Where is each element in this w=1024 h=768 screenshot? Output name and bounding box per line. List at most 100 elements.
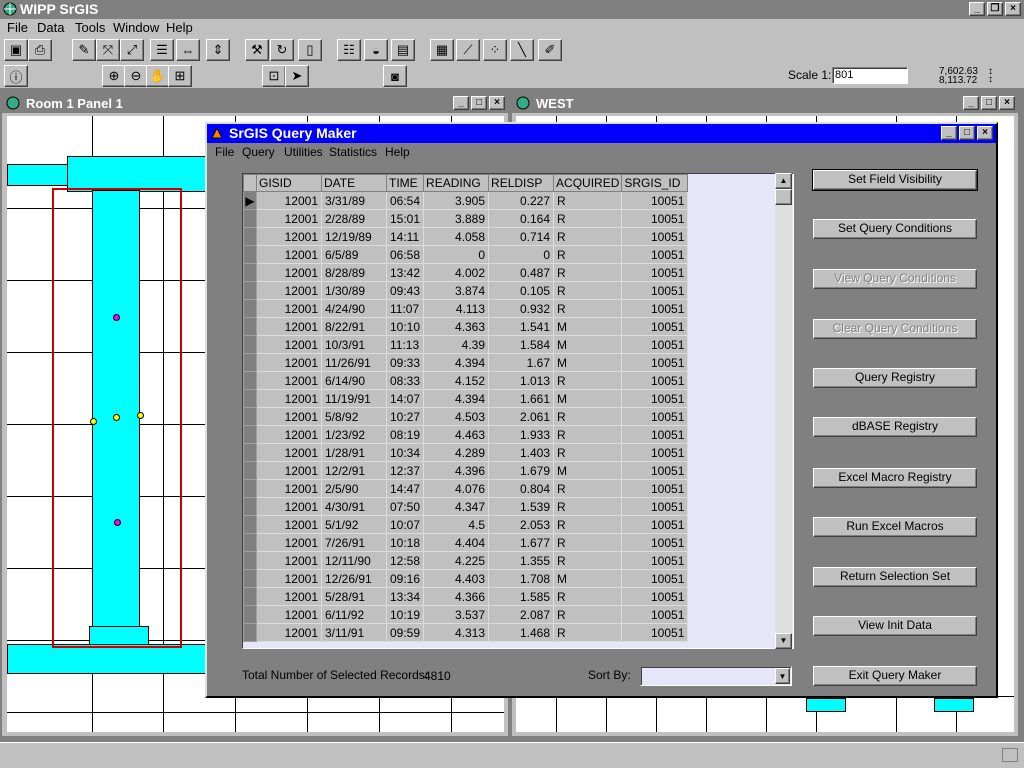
row-selector[interactable] <box>243 371 257 390</box>
table-row[interactable]: 12001 2/5/90 14:47 4.076 0.804 R 10051 <box>243 479 689 498</box>
zoom-in-icon[interactable]: ⊕ <box>102 65 126 87</box>
row-selector[interactable] <box>243 497 257 516</box>
table-row[interactable]: 12001 4/24/90 11:07 4.113 0.932 R 10051 <box>243 299 689 318</box>
grid-scrollbar[interactable]: ▲ ▼ <box>775 173 792 649</box>
table-row[interactable]: ▶ 12001 3/31/89 06:54 3.905 0.227 R 10051 <box>243 191 689 210</box>
pan-horizontal-icon[interactable]: ⇔ <box>176 39 200 61</box>
restore-button[interactable]: ❐ <box>987 2 1003 16</box>
row-selector[interactable] <box>243 245 257 264</box>
row-selector[interactable] <box>243 407 257 426</box>
open-icon[interactable]: ▣ <box>4 39 28 61</box>
query-registry-button[interactable]: Query Registry <box>813 368 977 388</box>
table-row[interactable]: 12001 6/11/92 10:19 3.537 2.087 R 10051 <box>243 605 689 624</box>
print-icon[interactable]: ⎙ <box>28 39 52 61</box>
maximize-button[interactable]: □ <box>471 96 487 110</box>
column-header[interactable]: READING <box>423 174 490 192</box>
row-selector[interactable] <box>243 335 257 354</box>
dbase-registry-button[interactable]: dBASE Registry <box>813 417 977 437</box>
row-selector[interactable] <box>243 605 257 624</box>
layers-icon[interactable]: ☰ <box>150 39 174 61</box>
sort-by-select[interactable]: ▼ <box>640 666 792 686</box>
table-row[interactable]: 12001 6/14/90 08:33 4.152 1.013 R 10051 <box>243 371 689 390</box>
minimize-button[interactable]: _ <box>453 96 469 110</box>
row-selector[interactable] <box>243 389 257 408</box>
doc-icon[interactable]: ▤ <box>391 39 415 61</box>
table-row[interactable]: 12001 11/26/91 09:33 4.394 1.67 M 10051 <box>243 353 689 372</box>
row-selector[interactable] <box>243 569 257 588</box>
maximize-button[interactable]: □ <box>959 126 975 140</box>
row-selector[interactable] <box>243 281 257 300</box>
column-header[interactable]: ACQUIRED <box>553 174 623 192</box>
row-selector[interactable] <box>243 353 257 372</box>
table-row[interactable]: 12001 1/30/89 09:43 3.874 0.105 R 10051 <box>243 281 689 300</box>
row-selector[interactable] <box>243 425 257 444</box>
clear-query-conditions-button[interactable]: Clear Query Conditions <box>813 319 977 339</box>
table-row[interactable]: 12001 1/23/92 08:19 4.463 1.933 R 10051 <box>243 425 689 444</box>
exit-query-maker-button[interactable]: Exit Query Maker <box>813 666 977 686</box>
table-row[interactable]: 12001 12/26/91 09:16 4.403 1.708 M 10051 <box>243 569 689 588</box>
hammer-icon[interactable]: ⚒ <box>245 39 269 61</box>
query-icon[interactable]: ✐ <box>538 39 562 61</box>
dlg-menu-help[interactable]: Help <box>385 145 410 159</box>
row-selector[interactable] <box>243 623 257 642</box>
table-row[interactable]: 12001 8/28/89 13:42 4.002 0.487 R 10051 <box>243 263 689 282</box>
minimize-button[interactable]: _ <box>969 2 985 16</box>
set-field-visibility-button[interactable]: Set Field Visibility <box>812 169 978 191</box>
minimize-button[interactable]: _ <box>963 96 979 110</box>
row-selector[interactable] <box>243 587 257 606</box>
table-row[interactable]: 12001 10/3/91 11:13 4.39 1.584 M 10051 <box>243 335 689 354</box>
row-selector[interactable] <box>243 443 257 462</box>
row-selector[interactable] <box>243 461 257 480</box>
row-selector[interactable] <box>243 479 257 498</box>
zoom-in-extent-icon[interactable]: ⤧ <box>96 39 120 61</box>
row-selector[interactable] <box>243 317 257 336</box>
scroll-thumb[interactable] <box>775 189 792 205</box>
row-selector[interactable]: ▶ <box>243 191 257 210</box>
points-icon[interactable]: ⁘ <box>483 39 507 61</box>
records-grid[interactable]: GISID DATE TIME READING RELDISP ACQUIRED SRGIS… <box>242 173 794 649</box>
gauge-point[interactable] <box>113 414 120 421</box>
view-query-conditions-button[interactable]: View Query Conditions <box>813 269 977 289</box>
table-row[interactable]: 12001 12/19/89 14:11 4.058 0.714 R 10051 <box>243 227 689 246</box>
camera-icon[interactable]: ◙ <box>383 65 407 87</box>
pan-vertical-icon[interactable]: ⇕ <box>206 39 230 61</box>
column-header[interactable]: SRGIS_ID <box>621 174 689 192</box>
return-selection-set-button[interactable]: Return Selection Set <box>813 567 977 587</box>
table-row[interactable]: 12001 12/11/90 12:58 4.225 1.355 R 10051 <box>243 551 689 570</box>
maximize-button[interactable]: □ <box>981 96 997 110</box>
zoom-out-extent-icon[interactable]: ⤢ <box>120 39 144 61</box>
measure-icon[interactable]: ⟋ <box>456 39 480 61</box>
table-row[interactable]: 12001 5/28/91 13:34 4.366 1.585 R 10051 <box>243 587 689 606</box>
gauge-point[interactable] <box>113 314 120 321</box>
column-header[interactable]: TIME <box>385 174 425 192</box>
row-selector[interactable] <box>243 263 257 282</box>
dlg-menu-query[interactable]: Query <box>242 145 275 159</box>
row-selector[interactable] <box>243 299 257 318</box>
info-icon[interactable]: ⓘ <box>4 65 28 87</box>
column-header[interactable]: DATE <box>321 174 387 192</box>
close-button[interactable]: × <box>489 96 505 110</box>
menu-tools[interactable]: Tools <box>75 20 105 35</box>
chevron-down-icon[interactable]: ▼ <box>775 668 790 684</box>
table-row[interactable]: 12001 7/26/91 10:18 4.404 1.677 R 10051 <box>243 533 689 552</box>
ruler-icon[interactable]: ⊞ <box>168 65 192 87</box>
table-row[interactable]: 12001 4/30/91 07:50 4.347 1.539 R 10051 <box>243 497 689 516</box>
table-row[interactable]: 12001 5/1/92 10:07 4.5 2.053 R 10051 <box>243 515 689 534</box>
run-excel-macros-button[interactable]: Run Excel Macros <box>813 517 977 537</box>
gauge-icon[interactable]: ◒ <box>364 39 388 61</box>
line-tool-icon[interactable]: ╲ <box>510 39 534 61</box>
scroll-down-icon[interactable]: ▼ <box>775 633 792 649</box>
gauge-point[interactable] <box>114 519 121 526</box>
column-header[interactable]: RELDISP <box>488 174 555 192</box>
hand-icon[interactable]: ✋ <box>146 65 170 87</box>
table-row[interactable]: 12001 8/22/91 10:10 4.363 1.541 M 10051 <box>243 317 689 336</box>
menu-data[interactable]: Data <box>37 20 64 35</box>
gauge-point[interactable] <box>90 418 97 425</box>
dlg-menu-utilities[interactable]: Utilities <box>284 145 323 159</box>
select-area-icon[interactable]: ⊡ <box>262 65 286 87</box>
chart-icon[interactable]: ▦ <box>430 39 454 61</box>
page-icon[interactable]: ▯ <box>298 39 322 61</box>
row-selector[interactable] <box>243 209 257 228</box>
zoom-out-icon[interactable]: ⊖ <box>124 65 148 87</box>
view-init-data-button[interactable]: View Init Data <box>813 616 977 636</box>
